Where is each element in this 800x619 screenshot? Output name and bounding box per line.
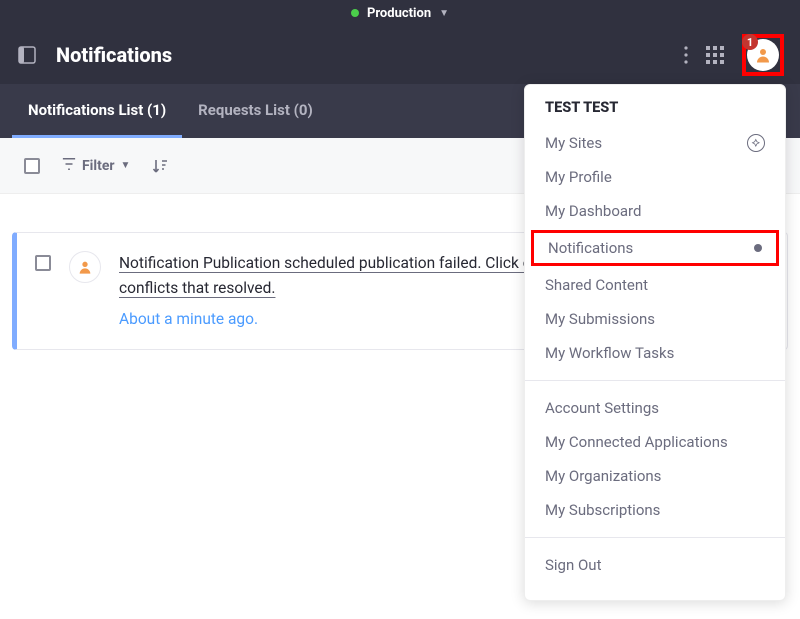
menu-label: My Workflow Tasks	[545, 344, 674, 362]
menu-shared-content[interactable]: Shared Content	[525, 268, 785, 302]
menu-sign-out[interactable]: Sign Out	[525, 548, 785, 582]
menu-my-profile[interactable]: My Profile	[525, 160, 785, 194]
menu-my-workflow-tasks[interactable]: My Workflow Tasks	[525, 336, 785, 370]
menu-label: My Organizations	[545, 467, 661, 485]
notification-checkbox[interactable]	[35, 255, 51, 271]
dropdown-username: TEST TEST	[525, 99, 785, 126]
page-title: Notifications	[56, 43, 172, 67]
menu-label: My Submissions	[545, 310, 655, 328]
sort-button[interactable]	[152, 158, 168, 174]
user-avatar-button[interactable]: 1	[742, 34, 784, 76]
compass-icon	[747, 134, 765, 152]
menu-label: Account Settings	[545, 399, 659, 417]
environment-label: Production	[367, 6, 431, 21]
header-actions: 1	[684, 34, 784, 76]
environment-bar[interactable]: Production ▼	[0, 0, 800, 26]
menu-label: My Dashboard	[545, 202, 641, 220]
chevron-down-icon: ▼	[121, 160, 131, 171]
menu-my-subscriptions[interactable]: My Subscriptions	[525, 493, 785, 527]
main-header: Notifications 1	[0, 26, 800, 84]
filter-button[interactable]: Filter ▼	[62, 157, 130, 175]
sidebar-toggle-icon[interactable]	[16, 44, 38, 66]
tab-label: Requests List (0)	[198, 101, 313, 119]
filter-label: Filter	[82, 158, 115, 174]
status-dot-icon	[351, 9, 359, 17]
menu-my-submissions[interactable]: My Submissions	[525, 302, 785, 336]
user-dropdown-menu: TEST TEST My Sites My Profile My Dashboa…	[524, 84, 786, 601]
tab-requests-list[interactable]: Requests List (0)	[182, 84, 329, 138]
dropdown-divider	[525, 380, 785, 381]
filter-icon	[62, 157, 76, 175]
menu-label: My Profile	[545, 168, 612, 186]
menu-my-organizations[interactable]: My Organizations	[525, 459, 785, 493]
dropdown-divider	[525, 537, 785, 538]
notification-count-badge: 1	[742, 34, 758, 50]
menu-account-settings[interactable]: Account Settings	[525, 391, 785, 425]
menu-my-dashboard[interactable]: My Dashboard	[525, 194, 785, 228]
menu-label: Notifications	[548, 239, 633, 257]
kebab-menu-icon[interactable]	[684, 46, 688, 64]
menu-label: My Subscriptions	[545, 501, 660, 519]
tab-notifications-list[interactable]: Notifications List (1)	[12, 84, 182, 138]
menu-label: Shared Content	[545, 276, 648, 294]
menu-notifications[interactable]: Notifications	[531, 230, 779, 266]
apps-grid-icon[interactable]	[706, 46, 724, 64]
menu-my-connected-applications[interactable]: My Connected Applications	[525, 425, 785, 459]
tab-label: Notifications List (1)	[28, 101, 166, 119]
menu-label: My Sites	[545, 134, 602, 152]
menu-label: Sign Out	[545, 556, 601, 574]
menu-my-sites[interactable]: My Sites	[525, 126, 785, 160]
select-all-checkbox[interactable]	[24, 158, 40, 174]
chevron-down-icon: ▼	[439, 8, 449, 19]
unread-dot-icon	[754, 244, 762, 252]
notification-avatar-icon	[69, 251, 101, 283]
menu-label: My Connected Applications	[545, 433, 728, 451]
